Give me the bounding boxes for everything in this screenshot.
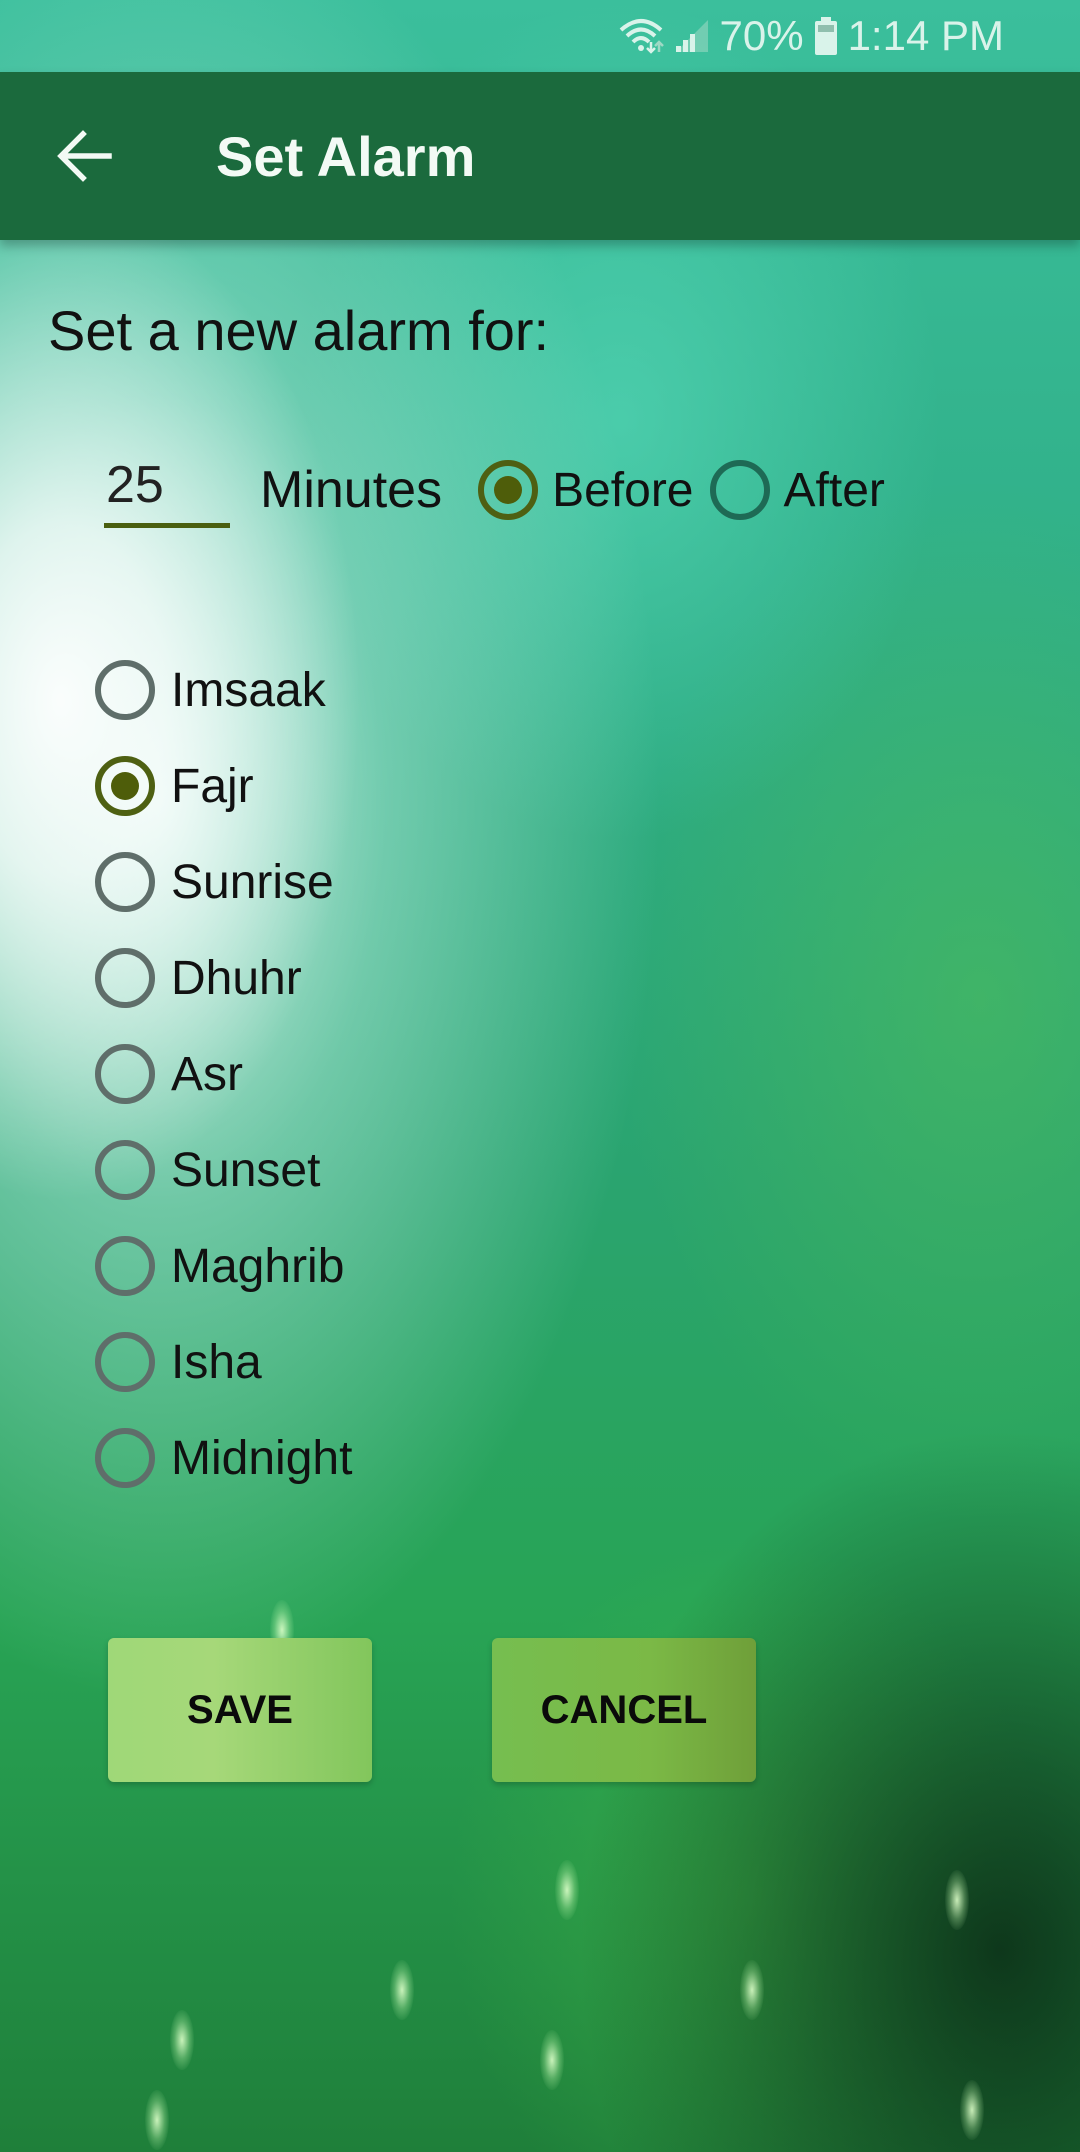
battery-percent: 70% (719, 12, 804, 59)
page-title: Set Alarm (216, 124, 476, 188)
prayer-option-isha[interactable]: Isha (95, 1314, 352, 1410)
prayer-label: Maghrib (171, 1239, 345, 1293)
background-sparkle (740, 1960, 764, 2020)
prayer-radio[interactable] (95, 948, 155, 1008)
prayer-label: Dhuhr (171, 951, 302, 1005)
prayer-option-midnight[interactable]: Midnight (95, 1410, 352, 1506)
prayer-option-asr[interactable]: Asr (95, 1026, 352, 1122)
battery-icon (814, 16, 838, 56)
prayer-radio[interactable] (95, 1236, 155, 1296)
form-prompt: Set a new alarm for: (48, 299, 550, 362)
cancel-button[interactable]: CANCEL (492, 1638, 756, 1782)
prayer-radio[interactable] (95, 1428, 155, 1488)
prayer-label: Imsaak (171, 663, 326, 717)
prayer-radio[interactable] (95, 756, 155, 816)
minutes-input[interactable] (104, 452, 230, 528)
prayer-radio[interactable] (95, 1140, 155, 1200)
offset-row: Minutes Before After (104, 450, 885, 530)
before-option[interactable]: Before (478, 460, 694, 520)
prayer-label: Sunset (171, 1143, 321, 1197)
prayer-label: Isha (171, 1335, 262, 1389)
prayer-radio[interactable] (95, 852, 155, 912)
save-button[interactable]: SAVE (108, 1638, 372, 1782)
prayer-radio[interactable] (95, 660, 155, 720)
background-sparkle (170, 2010, 194, 2070)
prayer-label: Midnight (171, 1431, 353, 1485)
back-button[interactable] (40, 111, 130, 201)
prayer-option-imsaak[interactable]: Imsaak (95, 642, 352, 738)
arrow-left-icon (57, 130, 112, 182)
background-sparkle (540, 2030, 564, 2090)
status-bar: 70% 1:14 PM (0, 0, 1080, 72)
background-sparkle (945, 1870, 969, 1930)
app-bar: Set Alarm (0, 72, 1080, 240)
signal-icon (674, 18, 710, 54)
minutes-label: Minutes (260, 461, 443, 519)
prayer-label: Sunrise (171, 855, 334, 909)
prayer-option-sunset[interactable]: Sunset (95, 1122, 352, 1218)
prayer-option-sunrise[interactable]: Sunrise (95, 834, 352, 930)
before-radio[interactable] (478, 460, 539, 520)
prayer-radio[interactable] (95, 1332, 155, 1392)
prayer-radio-group: Imsaak Fajr Sunrise Dhuhr Asr Sunset Mag… (95, 642, 352, 1506)
prayer-label: Fajr (171, 759, 254, 813)
background-sparkle (390, 1960, 414, 2020)
background-sparkle (555, 1860, 579, 1920)
prayer-option-fajr[interactable]: Fajr (95, 738, 352, 834)
after-label: After (783, 463, 885, 517)
before-label: Before (552, 463, 694, 517)
prayer-option-maghrib[interactable]: Maghrib (95, 1218, 352, 1314)
background-sparkle (960, 2080, 984, 2140)
prayer-label: Asr (171, 1047, 243, 1101)
clock-time: 1:14 PM (847, 12, 1004, 59)
prayer-option-dhuhr[interactable]: Dhuhr (95, 930, 352, 1026)
after-radio[interactable] (709, 460, 770, 520)
wifi-icon (618, 16, 664, 56)
background-sparkle (145, 2090, 169, 2150)
after-option[interactable]: After (709, 460, 885, 520)
prayer-radio[interactable] (95, 1044, 155, 1104)
